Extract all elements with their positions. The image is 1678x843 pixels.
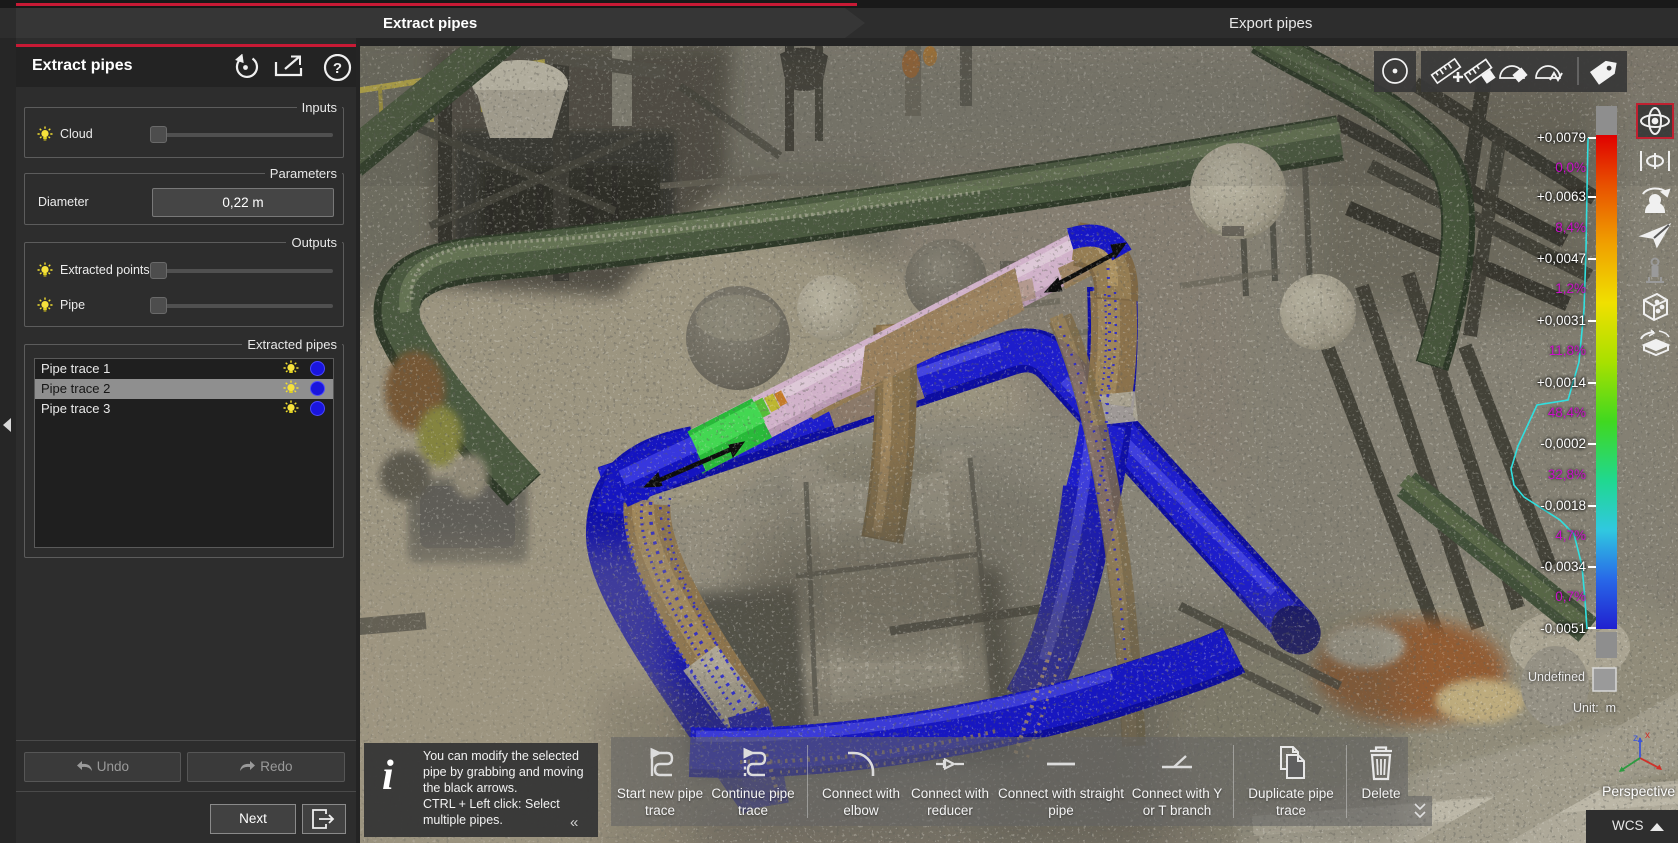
svg-text:z: z (1633, 733, 1638, 744)
svg-text:x: x (1645, 730, 1650, 741)
svg-text:?: ? (333, 60, 342, 77)
